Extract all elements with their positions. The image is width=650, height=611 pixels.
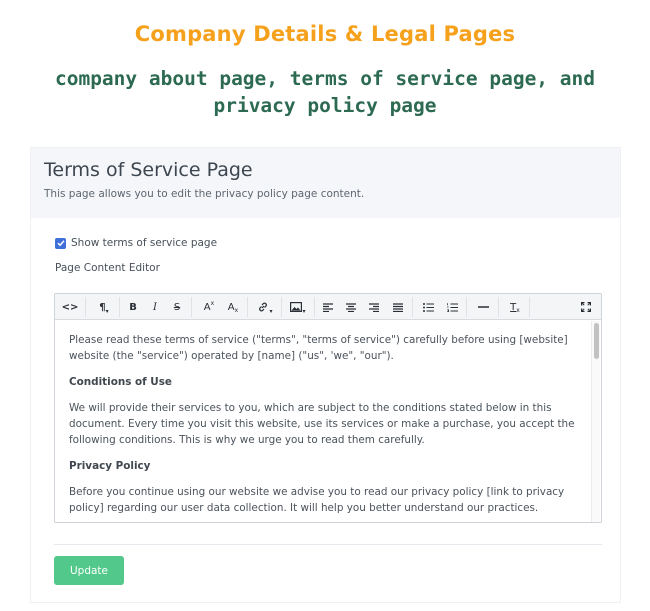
banner-title: Company Details & Legal Pages [134,22,516,46]
conditions-paragraph: We will provide their services to you, w… [69,402,575,446]
bold-button[interactable]: B [123,298,143,316]
image-icon [290,302,303,312]
conditions-heading: Conditions of Use [69,376,172,388]
bullet-list-icon [422,302,434,312]
align-right-button[interactable] [364,298,384,316]
subscript-icon: A [227,301,235,313]
privacy-paragraph: Before you continue using our website we… [69,486,565,514]
superscript-icon: A [203,301,211,313]
justify-icon [393,302,403,312]
dropdown-caret-icon: ▾ [269,307,273,315]
editor-scrollbar[interactable] [591,321,600,522]
editor-label: Page Content Editor [55,262,160,274]
banner-subtitle: company about page, terms of service pag… [54,67,596,117]
editor-content-area[interactable]: Please read these terms of service ("ter… [55,320,591,522]
align-center-icon [346,302,356,312]
show-page-checkbox-label[interactable]: Show terms of service page [71,237,217,249]
rich-text-editor: <> ¶ ▾ B I S Ax Ax ▾ ▾ T x Please read t… [54,293,602,523]
superscript-button[interactable]: Ax [199,298,219,316]
paragraph-format-button[interactable]: ¶ ▾ [93,298,115,316]
editor-toolbar: <> ¶ ▾ B I S Ax Ax ▾ ▾ T x [55,294,601,320]
insert-image-button[interactable]: ▾ [286,298,310,316]
link-icon [259,302,268,312]
clear-format-button[interactable]: Tx [505,298,525,316]
numbered-list-button[interactable] [442,298,462,316]
code-view-button[interactable]: <> [60,298,80,316]
strikethrough-button[interactable]: S [167,298,187,316]
update-button[interactable]: Update [54,556,124,585]
numbered-list-icon [446,302,458,312]
bullet-list-button[interactable] [418,298,438,316]
subscript-button[interactable]: Ax [223,298,243,316]
horizontal-rule-icon [477,306,489,308]
insert-link-button[interactable]: ▾ [253,298,277,316]
page-description: This page allows you to edit the privacy… [44,188,365,200]
show-page-checkbox[interactable] [55,237,66,249]
promo-banner: Company Details & Legal Pages company ab… [0,0,650,140]
align-left-icon [323,302,333,312]
align-right-icon [369,302,379,312]
intro-paragraph: Please read these terms of service ("ter… [69,334,568,362]
scrollbar-thumb[interactable] [594,323,599,359]
checkmark-icon [56,240,65,247]
expand-icon [581,302,591,312]
align-left-button[interactable] [318,298,338,316]
settings-card: Terms of Service Page This page allows y… [30,147,621,603]
dropdown-caret-icon: ▾ [105,307,109,315]
justify-button[interactable] [388,298,408,316]
show-page-toggle-row[interactable]: Show terms of service page [55,236,217,250]
page-title: Terms of Service Page [44,159,253,181]
privacy-heading: Privacy Policy [69,460,151,472]
form-divider [54,544,602,545]
fullscreen-button[interactable] [576,298,596,316]
card-header: Terms of Service Page This page allows y… [31,148,620,218]
align-center-button[interactable] [341,298,361,316]
italic-button[interactable]: I [145,298,165,316]
dropdown-caret-icon: ▾ [302,307,306,315]
horizontal-rule-button[interactable] [473,298,493,316]
